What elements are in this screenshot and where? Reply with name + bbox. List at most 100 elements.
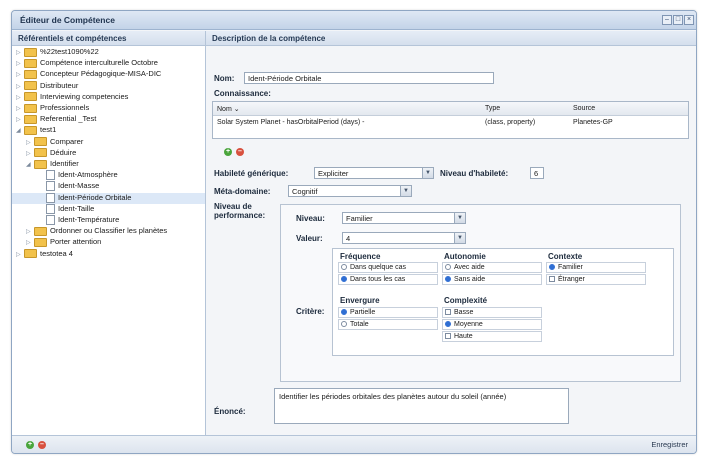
referentials-panel: Référentiels et compétences ▷ %22test1090… — [12, 31, 206, 435]
save-button[interactable]: Enregistrer — [651, 440, 688, 449]
grid-col-source[interactable]: Source — [573, 105, 595, 112]
expand-toggle-icon[interactable]: ▷ — [26, 150, 34, 157]
tree-item[interactable]: ▷ Compétence interculturelle Octobre — [12, 58, 205, 69]
complexite-option-1[interactable]: Basse — [442, 307, 542, 318]
tree-item[interactable]: Ident-Période Orbitale — [12, 192, 205, 204]
tree-item[interactable]: ▷ Interviewing competencies — [12, 92, 205, 103]
tree-item[interactable]: ▷ Distributeur — [12, 81, 205, 92]
envergure-title: Envergure — [340, 296, 380, 305]
habilete-select[interactable]: Expliciter ▼ — [314, 167, 434, 179]
frequence-option-1[interactable]: Dans quelque cas — [338, 262, 438, 273]
expand-toggle-icon[interactable]: ▷ — [26, 228, 34, 235]
tree-item-label: testotea 4 — [40, 248, 73, 258]
document-icon — [46, 170, 55, 181]
tree-item[interactable]: ▷ %22test1090%22 — [12, 47, 205, 58]
expand-toggle-icon[interactable]: ▷ — [16, 105, 24, 112]
folder-icon — [24, 81, 37, 91]
remove-competence-icon[interactable]: – — [38, 441, 46, 449]
expand-toggle-icon[interactable]: ▷ — [16, 251, 24, 258]
folder-icon — [34, 226, 47, 236]
referentials-panel-header: Référentiels et compétences — [12, 31, 205, 46]
folder-icon — [24, 114, 37, 124]
complexite-option-3[interactable]: Haute — [442, 331, 542, 342]
expand-toggle-icon[interactable]: ▷ — [16, 116, 24, 123]
expand-toggle-icon[interactable]: ◢ — [26, 161, 34, 168]
tree-item[interactable]: ◢ Identifier — [12, 159, 205, 170]
autonomie-option-1[interactable]: Avec aide — [442, 262, 542, 273]
folder-icon — [34, 148, 47, 158]
enonce-textarea[interactable]: Identifier les périodes orbitales des pl… — [274, 388, 569, 424]
folder-icon — [24, 103, 37, 113]
chevron-down-icon[interactable]: ▼ — [454, 213, 465, 223]
expand-toggle-icon[interactable]: ▷ — [16, 71, 24, 78]
footer-bar: + – Enregistrer — [12, 435, 696, 453]
document-icon — [46, 215, 55, 226]
tree-item[interactable]: ◢ test1 — [12, 125, 205, 136]
tree-item[interactable]: Ident-Taille — [12, 204, 205, 215]
envergure-option-1[interactable]: Partielle — [338, 307, 438, 318]
chevron-down-icon[interactable]: ▼ — [454, 233, 465, 243]
tree-item-label: Referential _Test — [40, 114, 97, 124]
complexite-option-2[interactable]: Moyenne — [442, 319, 542, 330]
tree-item[interactable]: ▷ Professionnels — [12, 103, 205, 114]
tree-item[interactable]: ▷ Porter attention — [12, 237, 205, 248]
tree-item[interactable]: ▷ Déduire — [12, 148, 205, 159]
folder-icon — [24, 47, 37, 57]
tree-item-label: Ident-Masse — [58, 181, 100, 191]
add-competence-icon[interactable]: + — [26, 441, 34, 449]
tree-item-label: Ident-Taille — [58, 203, 95, 213]
expand-toggle-icon[interactable]: ▷ — [26, 139, 34, 146]
tree-item-label: Interviewing competencies — [40, 91, 129, 101]
autonomie-option-2[interactable]: Sans aide — [442, 274, 542, 285]
envergure-option-2[interactable]: Totale — [338, 319, 438, 330]
contexte-title: Contexte — [548, 252, 583, 261]
checkbox-icon — [445, 333, 451, 339]
meta-domaine-select[interactable]: Cognitif ▼ — [288, 185, 412, 197]
valeur-select[interactable]: 4 ▼ — [342, 232, 466, 244]
grid-col-type[interactable]: Type — [485, 105, 500, 112]
chevron-down-icon[interactable]: ▼ — [400, 186, 411, 196]
tree-item[interactable]: ▷ Ordonner ou Classifier les planètes — [12, 226, 205, 237]
tree-item[interactable]: ▷ Concepteur Pédagogique-MISA-DIC — [12, 69, 205, 80]
grid-col-nom[interactable]: Nom ⌄ — [217, 105, 240, 113]
tree-item[interactable]: Ident-Température — [12, 215, 205, 226]
autonomie-title: Autonomie — [444, 252, 486, 261]
enonce-label: Énoncé: — [214, 407, 246, 416]
radio-selected-icon — [549, 264, 555, 270]
tree-item[interactable]: ▷ Comparer — [12, 137, 205, 148]
expand-toggle-icon[interactable]: ▷ — [16, 94, 24, 101]
minimize-icon[interactable]: – — [662, 15, 672, 25]
folder-icon — [24, 69, 37, 79]
document-icon — [46, 192, 55, 203]
expand-toggle-icon[interactable]: ▷ — [16, 83, 24, 90]
table-row[interactable]: Solar System Planet - hasOrbitalPeriod (… — [213, 116, 688, 130]
maximize-icon[interactable]: □ — [673, 15, 683, 25]
tree-item[interactable]: Ident-Masse — [12, 181, 205, 192]
document-icon — [46, 203, 55, 214]
radio-icon — [445, 264, 451, 270]
expand-toggle-icon[interactable]: ▷ — [26, 239, 34, 246]
name-label: Nom: — [214, 74, 235, 83]
expand-toggle-icon[interactable]: ▷ — [16, 49, 24, 56]
radio-selected-icon — [341, 309, 347, 315]
tree-item-label: Ident-Atmosphère — [58, 170, 118, 180]
grid-cell-nom: Solar System Planet - hasOrbitalPeriod (… — [217, 119, 365, 126]
remove-knowledge-icon[interactable]: – — [236, 148, 244, 156]
tree-item[interactable]: Ident-Atmosphère — [12, 170, 205, 181]
niveau-habilete-input[interactable]: 6 — [530, 167, 544, 179]
name-input[interactable]: Ident-Période Orbitale — [244, 72, 494, 84]
chevron-down-icon[interactable]: ▼ — [422, 168, 433, 178]
contexte-option-2[interactable]: Étranger — [546, 274, 646, 285]
tree-item-label: test1 — [40, 125, 57, 135]
close-icon[interactable]: × — [684, 15, 694, 25]
folder-icon — [34, 137, 47, 147]
expand-toggle-icon[interactable]: ▷ — [16, 60, 24, 67]
tree-item[interactable]: ▷ testotea 4 — [12, 249, 205, 260]
tree-item[interactable]: ▷ Referential _Test — [12, 114, 205, 125]
niveau-select[interactable]: Familier ▼ — [342, 212, 466, 224]
frequence-option-2[interactable]: Dans tous les cas — [338, 274, 438, 285]
add-knowledge-icon[interactable]: + — [224, 148, 232, 156]
meta-domaine-label: Méta-domaine: — [214, 187, 271, 196]
contexte-option-1[interactable]: Familier — [546, 262, 646, 273]
expand-toggle-icon[interactable]: ◢ — [16, 127, 24, 134]
